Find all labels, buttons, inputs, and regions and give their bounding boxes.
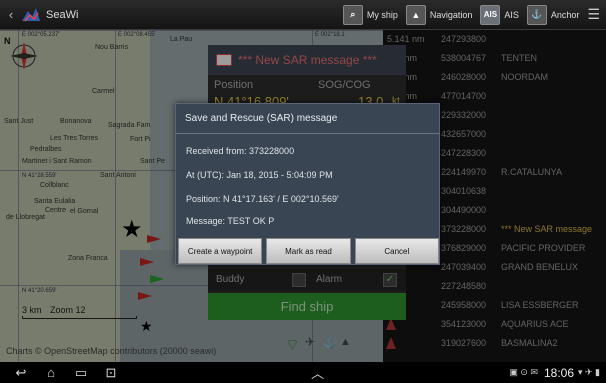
signal-battery-icon: ▾ ✈ ▮ bbox=[578, 367, 601, 377]
ais-icon: AIS bbox=[480, 4, 501, 25]
utc-time-text: At (UTC): Jan 18, 2015 - 5:04:09 PM bbox=[186, 170, 333, 180]
app-title: SeaWi bbox=[46, 8, 79, 21]
ais-button[interactable]: AIS AIS bbox=[480, 4, 519, 25]
sailboat-icon: ▲ bbox=[405, 4, 426, 25]
position-text: Position: N 41°17.163' / E 002°10.569' bbox=[186, 194, 339, 204]
chevron-up-icon[interactable]: ︿ bbox=[303, 363, 333, 382]
dialog-buttons: Create a waypoint Mark as read Cancel bbox=[176, 236, 441, 266]
received-from-text: Received from: 373228000 bbox=[186, 146, 295, 156]
message-text: Message: TEST OK P bbox=[186, 216, 275, 226]
my-ship-label: My ship bbox=[366, 9, 398, 20]
overflow-menu-icon[interactable]: ☰ bbox=[587, 6, 600, 23]
anchor-icon: ⚓ bbox=[526, 4, 547, 25]
back-chevron-icon[interactable]: ‹ bbox=[4, 7, 18, 22]
anchor-button[interactable]: ⚓ Anchor bbox=[526, 4, 580, 25]
my-ship-button[interactable]: ⌕ My ship bbox=[342, 4, 398, 25]
ais-label: AIS bbox=[504, 9, 519, 20]
home-icon[interactable]: ⌂ bbox=[36, 365, 66, 380]
clock: 18:06 bbox=[543, 365, 574, 380]
navigation-label: Navigation bbox=[429, 9, 473, 20]
notification-icons: ▣ ⊙ ✉ bbox=[509, 367, 538, 377]
sar-message-dialog: Save and Rescue (SAR) message Received f… bbox=[175, 103, 440, 265]
recent-apps-icon[interactable]: ▭ bbox=[66, 365, 96, 381]
navigation-button[interactable]: ▲ Navigation bbox=[405, 4, 473, 25]
create-waypoint-button[interactable]: Create a waypoint bbox=[178, 238, 263, 264]
screenshot-icon[interactable]: ⊡ bbox=[96, 365, 126, 381]
magnifier-icon: ⌕ bbox=[342, 4, 363, 25]
action-bar: ‹ SeaWi ⌕ My ship ▲ Navigation AIS AIS ⚓… bbox=[0, 0, 606, 30]
mark-as-read-button[interactable]: Mark as read bbox=[266, 238, 351, 264]
cancel-button[interactable]: Cancel bbox=[354, 238, 439, 264]
back-arrow-icon[interactable]: ↩ bbox=[6, 365, 36, 381]
app-logo-icon[interactable] bbox=[20, 5, 42, 25]
system-navigation-bar: ↩ ⌂ ▭ ⊡ ︿ ▣ ⊙ ✉ 18:06 ▾ ✈ ▮ bbox=[0, 362, 606, 383]
anchor-label: Anchor bbox=[550, 9, 580, 20]
dialog-title: Save and Rescue (SAR) message bbox=[176, 104, 439, 134]
